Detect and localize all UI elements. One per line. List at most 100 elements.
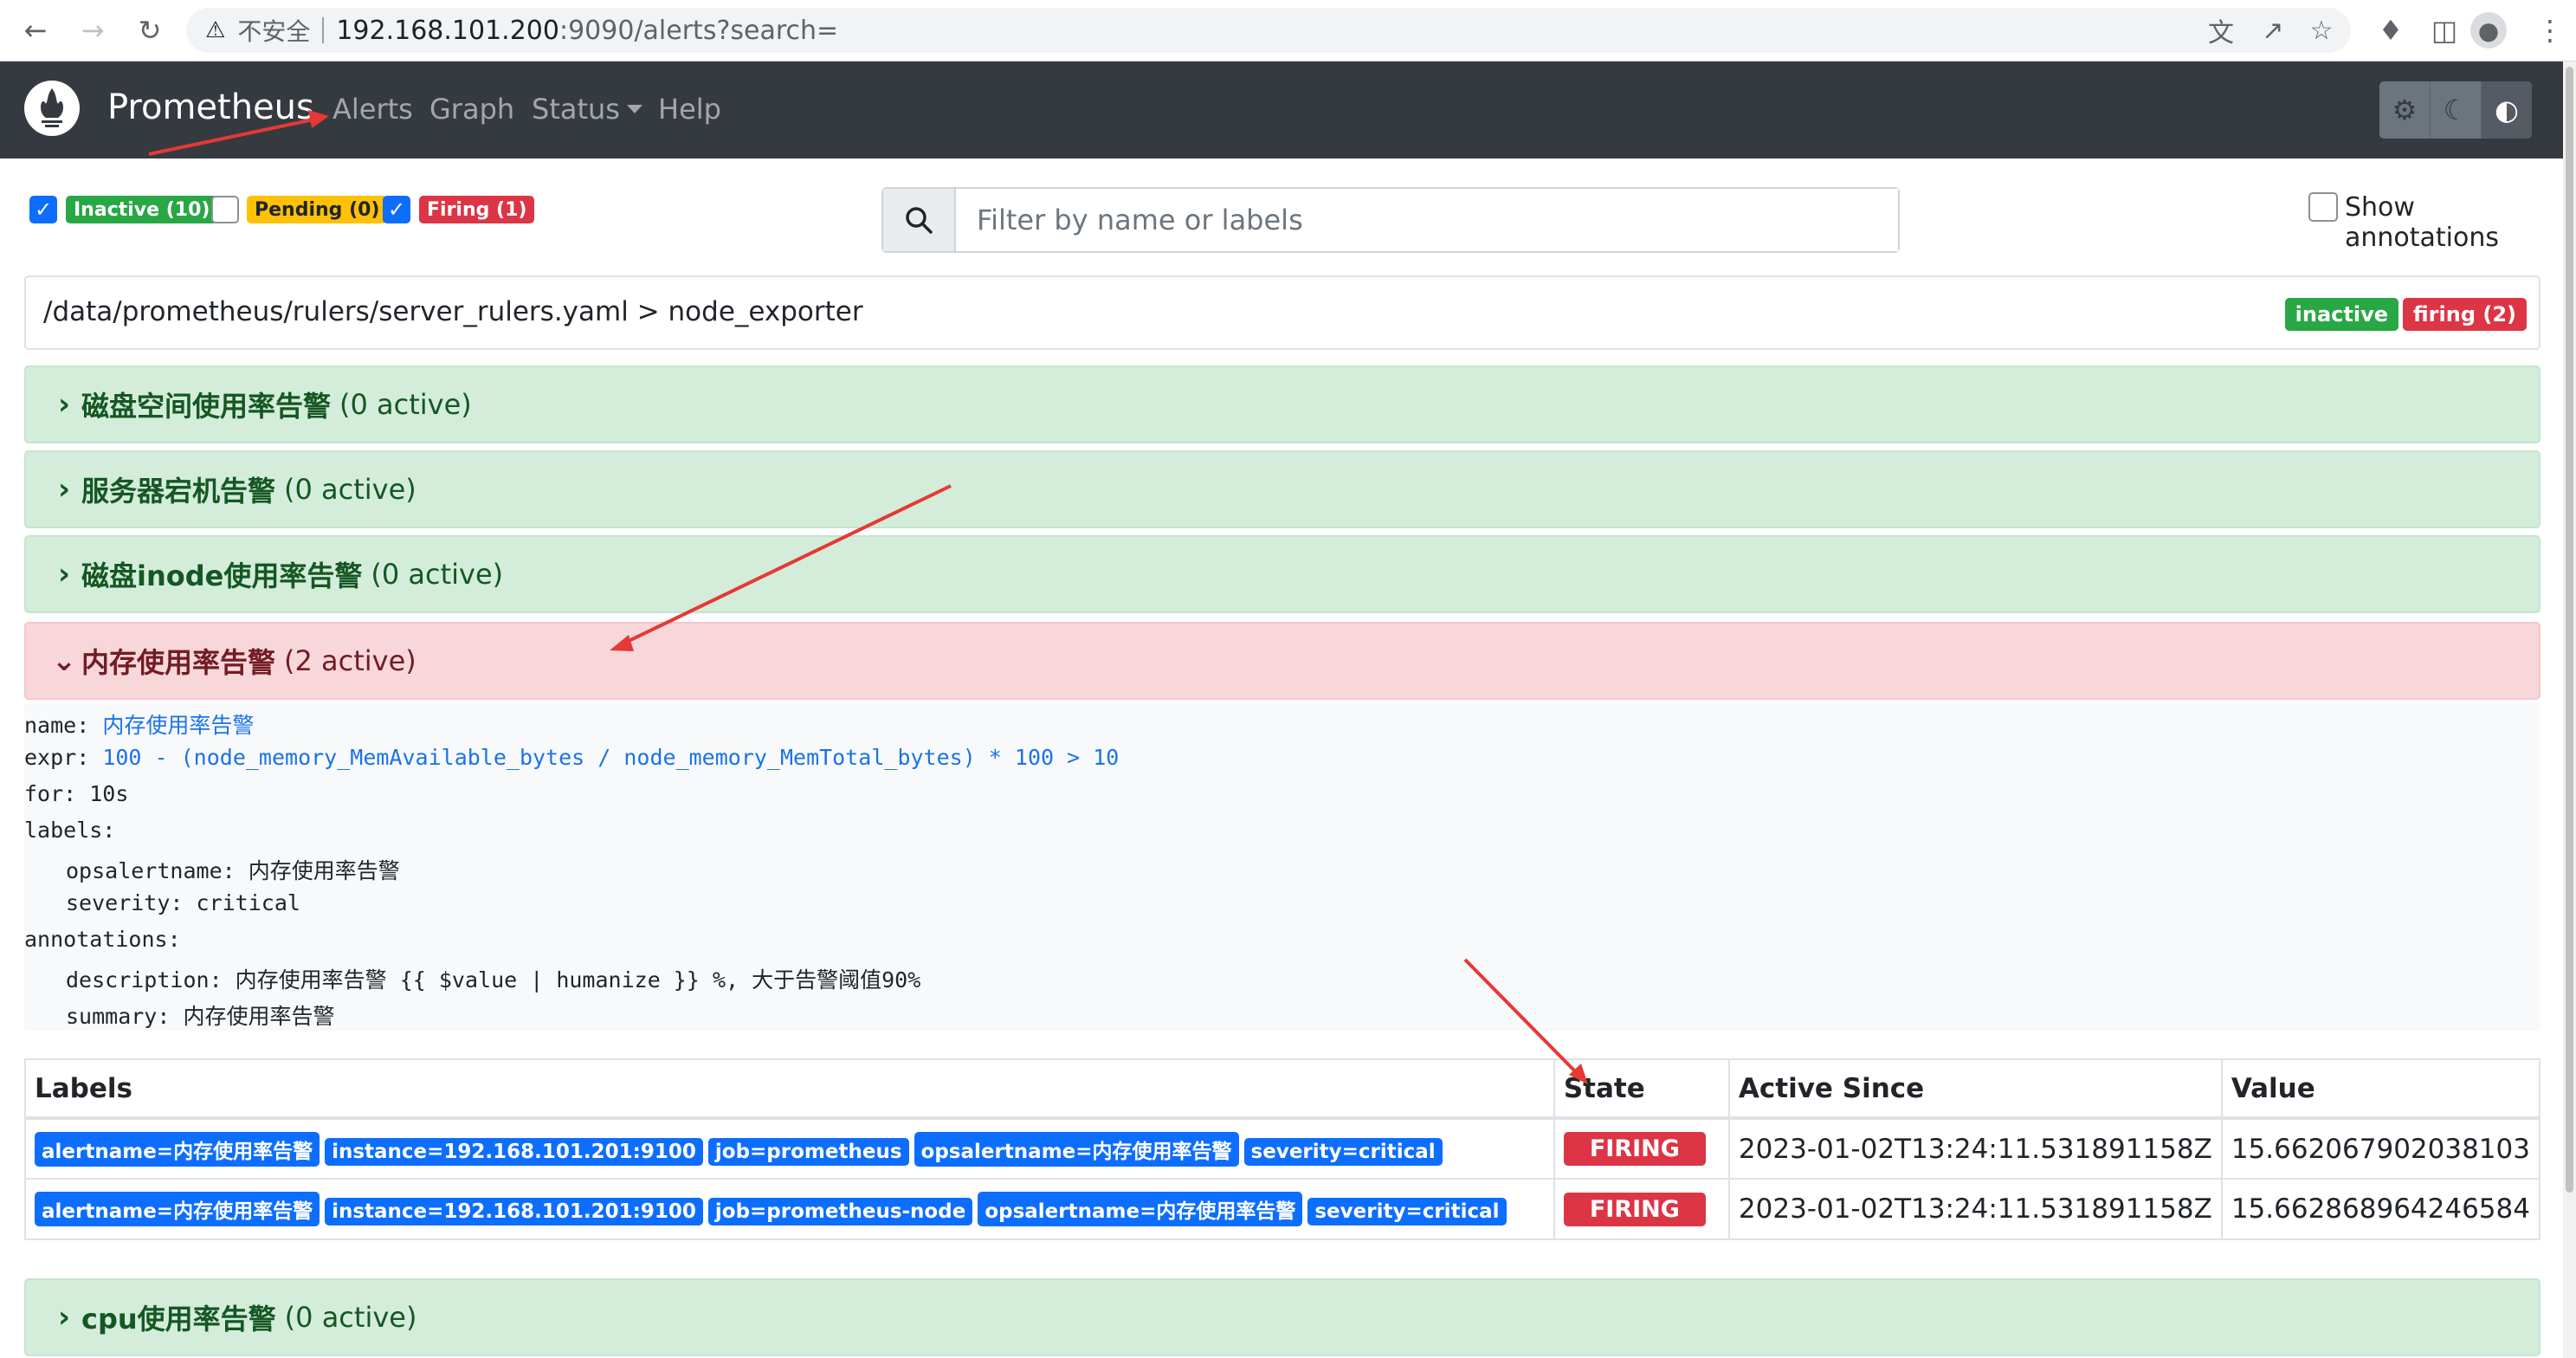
rule-label-line: opsalertname: 内存使用率告警: [66, 858, 400, 883]
menu-kebab-icon[interactable]: ⋮: [2530, 10, 2570, 50]
rule-active-count: (0 active): [371, 558, 504, 591]
rule-annotation-line: summary: 内存使用率告警: [66, 1004, 335, 1029]
table-row: alertname=内存使用率告警 instance=192.168.101.20…: [24, 1178, 2541, 1240]
url-host: 192.168.101.200: [336, 15, 559, 46]
browser-toolbar: ← → ↻ ⚠ 不安全 192.168.101.200:9090/alerts?…: [0, 0, 2576, 61]
chevron-right-icon: ›: [57, 472, 70, 507]
rule-name: 磁盘空间使用率告警: [81, 390, 332, 423]
rule-name: cpu使用率告警: [81, 1303, 276, 1335]
rule-name: 服务器宕机告警: [81, 475, 276, 508]
extensions-icon[interactable]: ♦: [2371, 10, 2411, 50]
page-scrollbar[interactable]: [2563, 61, 2576, 1358]
alert-rule-memory[interactable]: ⌄ 内存使用率告警 (2 active): [24, 622, 2540, 700]
group-firing-badge: firing (2): [2402, 298, 2527, 331]
inactive-filter-badge: Inactive (10): [66, 196, 218, 223]
label-badge: job=prometheus-node: [707, 1198, 973, 1225]
chevron-right-icon: ›: [57, 387, 70, 422]
forward-icon[interactable]: →: [73, 10, 113, 50]
alert-rule-disk-inode[interactable]: › 磁盘inode使用率告警 (0 active): [24, 535, 2540, 613]
url-text[interactable]: 192.168.101.200:9090/alerts?search=: [336, 16, 838, 46]
chevron-down-icon: ⌄: [51, 643, 77, 678]
profile-avatar-icon[interactable]: ●: [2470, 12, 2507, 48]
label-badge: instance=192.168.101.201:9100: [325, 1137, 703, 1166]
rule-active-count: (0 active): [284, 473, 416, 506]
firing-checkbox[interactable]: ✓: [383, 196, 410, 223]
prometheus-navbar: Prometheus Alerts Graph Status Help ⚙ ☾ …: [0, 61, 2563, 158]
scrollbar-thumb[interactable]: [2566, 67, 2573, 1193]
rule-group-path: /data/prometheus/rulers/server_rulers.ya…: [43, 296, 863, 327]
column-header-state: State: [1553, 1058, 1730, 1120]
chevron-right-icon: ›: [57, 1300, 70, 1335]
label-badge: severity=critical: [1243, 1137, 1443, 1166]
search-icon[interactable]: [883, 189, 956, 251]
rule-name: 磁盘inode使用率告警: [81, 559, 363, 592]
pending-filter-badge: Pending (0): [247, 196, 388, 223]
code-key: name:: [24, 713, 103, 738]
translate-icon[interactable]: 文: [2205, 15, 2237, 48]
rule-name-line: name: 内存使用率告警: [24, 708, 254, 740]
active-alerts-table: Labels State Active Since Value alertnam…: [24, 1058, 2541, 1240]
rule-name-link[interactable]: 内存使用率告警: [102, 713, 254, 738]
value-cell: 15.662868964246584: [2220, 1178, 2541, 1240]
alert-rule-cpu[interactable]: › cpu使用率告警 (0 active): [24, 1278, 2540, 1356]
show-annotations-label[interactable]: Show annotations: [2345, 192, 2576, 253]
share-icon[interactable]: ↗: [2257, 15, 2289, 46]
label-badge: severity=critical: [1307, 1198, 1507, 1225]
reload-icon[interactable]: ↻: [130, 10, 170, 50]
label-badge: opsalertname=内存使用率告警: [914, 1131, 1239, 1167]
brand-title[interactable]: Prometheus: [107, 87, 314, 127]
rule-definition: name: 内存使用率告警 expr: 100 - (node_memory_M…: [24, 703, 2540, 1031]
inactive-checkbox[interactable]: ✓: [29, 196, 57, 223]
label-badge: instance=192.168.101.201:9100: [325, 1198, 703, 1225]
column-header-value: Value: [2220, 1058, 2541, 1120]
rule-active-count: (2 active): [284, 644, 416, 677]
table-row: alertname=内存使用率告警 instance=192.168.101.20…: [24, 1117, 2541, 1180]
active-since-cell: 2023-01-02T13:24:11.531891158Z: [1727, 1117, 2223, 1180]
active-since-cell: 2023-01-02T13:24:11.531891158Z: [1727, 1178, 2223, 1240]
alert-rule-server-down[interactable]: › 服务器宕机告警 (0 active): [24, 450, 2540, 528]
light-theme-gear-icon[interactable]: ⚙: [2379, 81, 2431, 139]
nav-alerts[interactable]: Alerts: [332, 93, 413, 126]
rule-labels-key: labels:: [24, 818, 116, 843]
insecure-label: 不安全: [237, 17, 311, 46]
value-cell: 15.662067902038103: [2220, 1117, 2541, 1180]
nav-graph[interactable]: Graph: [429, 93, 514, 126]
rule-active-count: (0 active): [284, 1301, 417, 1334]
state-badge: FIRING: [1563, 1192, 1706, 1226]
show-annotations-checkbox[interactable]: [2308, 192, 2338, 222]
labels-cell: alertname=内存使用率告警 instance=192.168.101.20…: [24, 1117, 1555, 1180]
url-path: :9090/alerts?search=: [558, 15, 839, 46]
rule-annotations-key: annotations:: [24, 927, 181, 952]
nav-status[interactable]: Status: [532, 93, 642, 126]
address-bar[interactable]: ⚠ 不安全 192.168.101.200:9090/alerts?search…: [186, 8, 2351, 53]
prometheus-logo-icon[interactable]: [24, 81, 80, 136]
warning-icon: ⚠: [205, 17, 226, 43]
nav-help[interactable]: Help: [658, 93, 721, 126]
side-panel-icon[interactable]: ◫: [2424, 10, 2464, 50]
bookmark-star-icon[interactable]: ☆: [2306, 15, 2337, 46]
rule-annotation-line: description: 内存使用率告警 {{ $value | humaniz…: [66, 967, 921, 993]
state-badge: FIRING: [1563, 1132, 1706, 1166]
code-key: expr:: [24, 745, 103, 770]
label-badge: opsalertname=内存使用率告警: [978, 1192, 1303, 1226]
back-icon[interactable]: ←: [16, 10, 55, 50]
caret-down-icon: [626, 105, 642, 113]
rule-group-header: /data/prometheus/rulers/server_rulers.ya…: [24, 275, 2540, 350]
firing-filter-badge: Firing (1): [419, 196, 535, 223]
search-group: [881, 187, 1900, 253]
theme-switcher: ⚙ ☾ ◐: [2379, 81, 2532, 139]
rule-active-count: (0 active): [339, 388, 472, 421]
alert-rule-disk-space[interactable]: › 磁盘空间使用率告警 (0 active): [24, 365, 2540, 443]
rule-for-line: for: 10s: [24, 781, 129, 806]
chevron-right-icon: ›: [57, 557, 70, 592]
rule-expr-link[interactable]: 100 - (node_memory_MemAvailable_bytes / …: [102, 745, 1119, 770]
search-input[interactable]: [956, 189, 1898, 251]
column-header-active-since: Active Since: [1727, 1058, 2223, 1120]
rule-name: 内存使用率告警: [81, 646, 276, 679]
dark-theme-moon-icon[interactable]: ☾: [2431, 81, 2482, 139]
label-badge: alertname=内存使用率告警: [35, 1131, 320, 1167]
pending-checkbox[interactable]: [211, 196, 239, 223]
separator: [322, 17, 325, 43]
state-cell: FIRING: [1553, 1178, 1730, 1240]
auto-theme-contrast-icon[interactable]: ◐: [2482, 81, 2532, 139]
